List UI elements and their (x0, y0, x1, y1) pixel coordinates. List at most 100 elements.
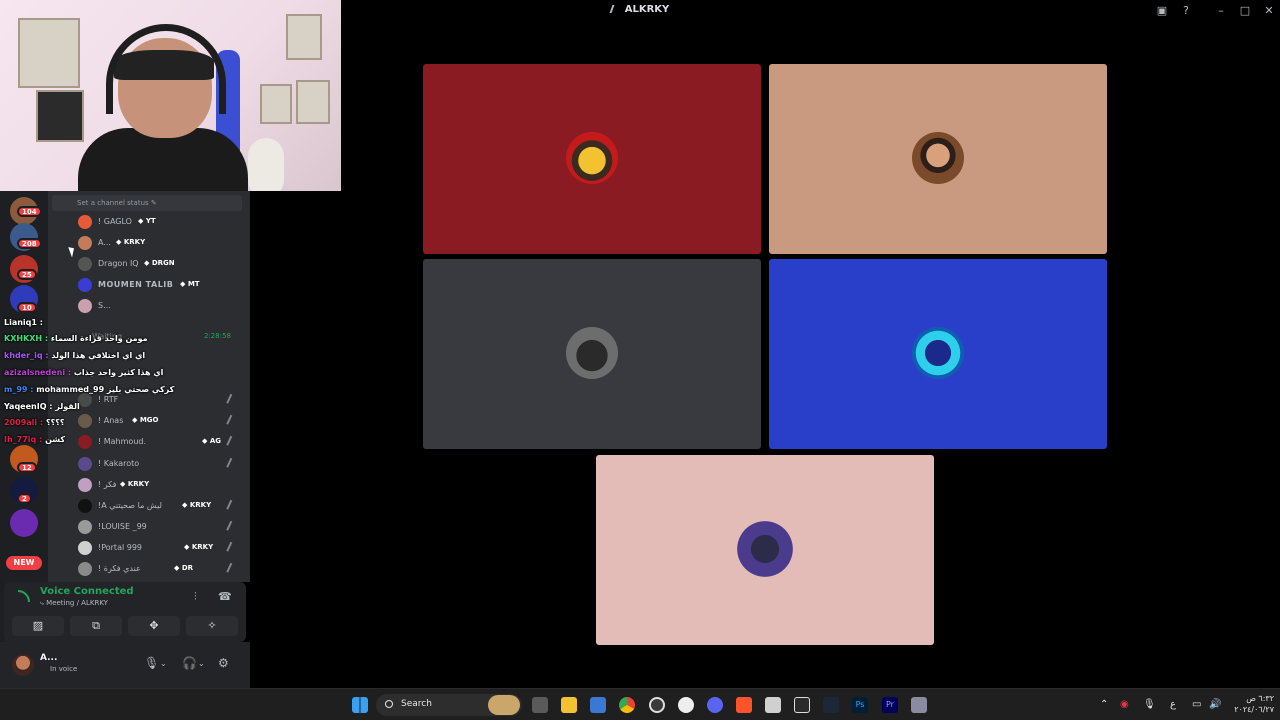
chat-message: 2009ali : ؟؟؟؟ (4, 418, 65, 427)
webcam-overlay (0, 0, 341, 191)
voice-user[interactable]: S... (74, 297, 244, 315)
voice-user[interactable]: MOUMEN TALIB ◆ MT (74, 276, 244, 294)
store-icon[interactable] (590, 697, 606, 713)
mention-badge: 10 (17, 302, 37, 313)
start-icon[interactable] (352, 697, 368, 713)
avatar (78, 215, 92, 229)
disconnect-icon[interactable]: ☎ (218, 590, 232, 603)
task-view-icon[interactable] (532, 697, 548, 713)
user-tag: ◆ DRGN (144, 259, 175, 267)
participant-tile[interactable] (769, 64, 1107, 254)
microphone-icon[interactable]: 🎙 (144, 656, 159, 670)
clock[interactable]: ٦:٣٢ ص ٢٠٢٤/٠٦/٢٧ (1228, 693, 1274, 715)
voice-user[interactable]: ! Kakaroto (74, 455, 244, 473)
app-icon[interactable] (649, 697, 665, 713)
user-tag: ◆ KRKY (184, 543, 214, 551)
voice-user[interactable]: Dragon IQ ◆ DRGN (74, 255, 244, 273)
activities-button[interactable]: ✥ (128, 616, 180, 636)
chat-message: Ih_77iq : كشن (4, 435, 66, 444)
deafened-icon (226, 541, 238, 555)
chrome-icon[interactable] (619, 697, 635, 713)
participant-tile[interactable] (423, 64, 761, 254)
voice-location[interactable]: ⤷ Meeting / ALKRKY (40, 599, 108, 608)
capcut-icon[interactable] (794, 697, 810, 713)
voice-user[interactable]: !A ليش ما صحيتني ◆ KRKY (74, 497, 244, 515)
mention-badge: 25 (17, 269, 37, 280)
microphone (248, 138, 284, 191)
language-indicator[interactable]: ع (1170, 699, 1176, 710)
participant-avatar (566, 132, 618, 184)
voice-user[interactable]: A... ◆ KRKY (74, 234, 244, 252)
user-name[interactable]: A... (40, 653, 57, 663)
headphones-icon[interactable]: 🎧 (182, 656, 197, 670)
avatar (78, 236, 92, 250)
chevron-down-icon[interactable]: ⌄ (198, 659, 205, 668)
widgets-icon[interactable] (488, 695, 520, 715)
user-status: In voice (50, 665, 78, 673)
avatar (78, 278, 92, 292)
avatar (78, 520, 92, 534)
deafened-icon (226, 520, 238, 534)
tray-app-icon[interactable]: ◉ (1120, 699, 1129, 710)
tray-overflow-icon[interactable]: ⌃ (1100, 699, 1108, 710)
voice-user[interactable]: ! GAGLO ◆ YT (74, 213, 244, 231)
participant-tile[interactable] (423, 259, 761, 449)
stream-chat-overlay: Lianiq1 : KXHKXH : مومن واحد قراءة السما… (0, 318, 260, 448)
connection-signal-icon[interactable] (18, 590, 30, 602)
maximize-button[interactable]: □ (1238, 4, 1252, 17)
avatar (78, 478, 92, 492)
deafened-icon (226, 457, 238, 471)
user-tag: ◆ KRKY (120, 480, 150, 488)
set-channel-status-button[interactable]: Set a channel status ✎ (52, 195, 242, 211)
steam-icon[interactable] (823, 697, 839, 713)
photoshop-icon[interactable]: Ps (852, 697, 868, 713)
voice-status[interactable]: Voice Connected (40, 586, 134, 597)
chat-message: khder_iq : اي اي اختلافي هذا الولد (4, 351, 146, 360)
avatar (78, 541, 92, 555)
search-icon (385, 700, 393, 708)
avatar (78, 457, 92, 471)
avatar (78, 299, 92, 313)
soundboard-button[interactable]: ✧ (186, 616, 238, 636)
new-badge[interactable]: NEW (6, 556, 42, 570)
share-screen-button[interactable]: ⧉ (70, 616, 122, 636)
inbox-icon[interactable]: ▣ (1155, 4, 1169, 17)
chat-message: m_99 : mohammed_99 كركي صحتي بليز (4, 385, 175, 394)
deafened-icon (226, 562, 238, 576)
user-tag: ◆ KRKY (182, 501, 212, 509)
mention-badge: 104 (17, 206, 42, 217)
noise-suppression-icon[interactable]: ⫶ (194, 590, 197, 604)
brave-icon[interactable] (736, 697, 752, 713)
voice-user[interactable]: !Portal 999 ◆ KRKY (74, 539, 244, 557)
wall-plaque (296, 80, 330, 124)
avatar (78, 257, 92, 271)
file-explorer-icon[interactable] (561, 697, 577, 713)
participant-tile[interactable] (769, 259, 1107, 449)
microphone-icon[interactable]: 🎙 (1143, 699, 1156, 710)
participant-tile[interactable] (596, 455, 934, 645)
voice-user[interactable]: ! فكر ◆ KRKY (74, 476, 244, 494)
help-icon[interactable]: ? (1179, 4, 1193, 17)
chevron-down-icon[interactable]: ⌄ (160, 659, 167, 668)
avatar[interactable] (12, 654, 34, 676)
voice-connected-panel: Voice Connected ⤷ Meeting / ALKRKY ⫶ ☎ ▨… (4, 582, 246, 642)
wall-plaque (286, 14, 322, 60)
chat-message: Lianiq1 : (4, 318, 43, 327)
minimize-button[interactable]: – (1214, 4, 1228, 17)
display-icon[interactable]: ▭ (1192, 699, 1201, 710)
settings-gear-icon[interactable]: ⚙ (218, 656, 229, 670)
discord-icon[interactable] (707, 697, 723, 713)
chat-message: KXHKXH : مومن واحد قراءة السماء (4, 334, 148, 343)
app-icon[interactable] (765, 697, 781, 713)
premiere-icon[interactable]: Pr (882, 697, 898, 713)
camera-toggle-button[interactable]: ▨ (12, 616, 64, 636)
steam-icon[interactable] (678, 697, 694, 713)
close-button[interactable]: ✕ (1262, 4, 1276, 17)
voice-user[interactable]: !LOUISE _99 (74, 518, 244, 536)
server-icon[interactable] (10, 509, 38, 537)
voice-user[interactable]: ! عندي فكرة ◆ DR (74, 560, 244, 578)
volume-icon[interactable]: 🔊 (1209, 699, 1221, 710)
user-tag: ◆ MT (180, 280, 200, 288)
app-icon[interactable] (911, 697, 927, 713)
channel-voice-icon (609, 5, 621, 13)
